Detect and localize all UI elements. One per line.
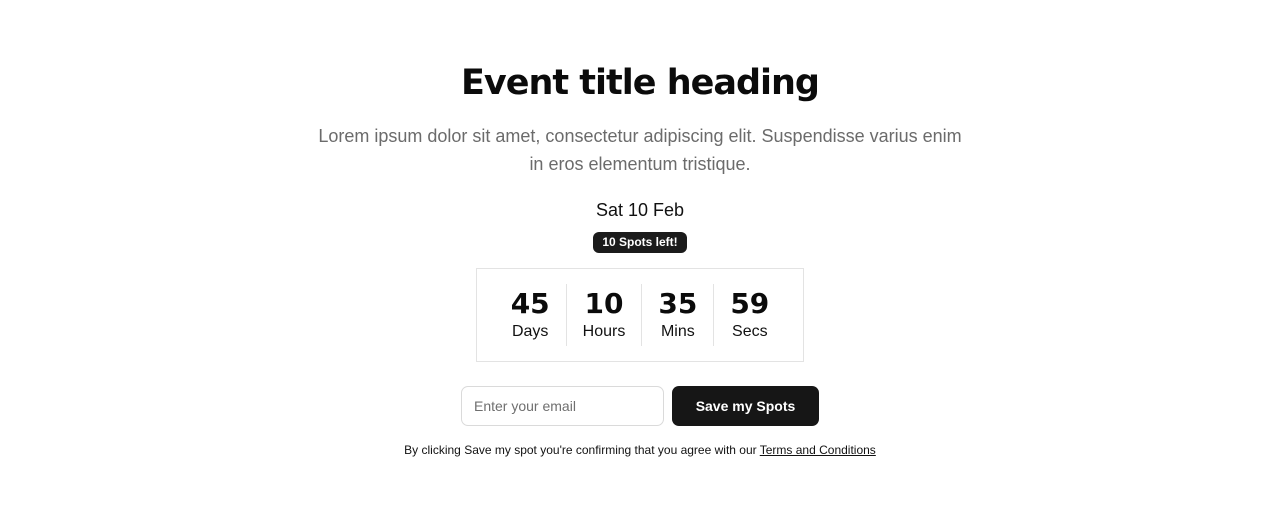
countdown-secs: 59 Secs: [713, 284, 785, 346]
countdown-secs-value: 59: [730, 287, 770, 320]
email-input[interactable]: [461, 386, 664, 426]
countdown-days: 45 Days: [495, 284, 566, 346]
countdown-mins-label: Mins: [660, 323, 695, 340]
event-date: Sat 10 Feb: [595, 200, 685, 220]
event-content: Event title heading Lorem ipsum dolor si…: [0, 62, 1280, 458]
countdown-mins-value: 35: [658, 287, 698, 320]
spots-left-badge: 10 Spots left!: [593, 232, 687, 253]
disclaimer: By clicking Save my spot you're confirmi…: [0, 442, 1280, 458]
signup-form: Save my Spots: [0, 386, 1280, 426]
disclaimer-text: By clicking Save my spot you're confirmi…: [404, 443, 760, 457]
countdown-days-label: Days: [511, 323, 549, 340]
countdown-hours-value: 10: [584, 287, 624, 320]
countdown-days-value: 45: [510, 287, 550, 320]
terms-and-conditions-link[interactable]: Terms and Conditions: [760, 443, 876, 457]
countdown-hours-label: Hours: [582, 323, 626, 340]
countdown-hours: 10 Hours: [565, 284, 642, 346]
event-title: Event title heading: [461, 63, 820, 103]
event-description: Lorem ipsum dolor sit amet, consectetur …: [318, 126, 962, 174]
countdown-mins: 35 Mins: [641, 284, 713, 346]
countdown-timer: 45 Days 10 Hours 35 Mins 59 Secs: [476, 268, 804, 362]
countdown-secs-label: Secs: [732, 323, 768, 340]
save-my-spots-button[interactable]: Save my Spots: [672, 386, 819, 426]
event-page: Event title heading Lorem ipsum dolor si…: [0, 0, 1280, 520]
